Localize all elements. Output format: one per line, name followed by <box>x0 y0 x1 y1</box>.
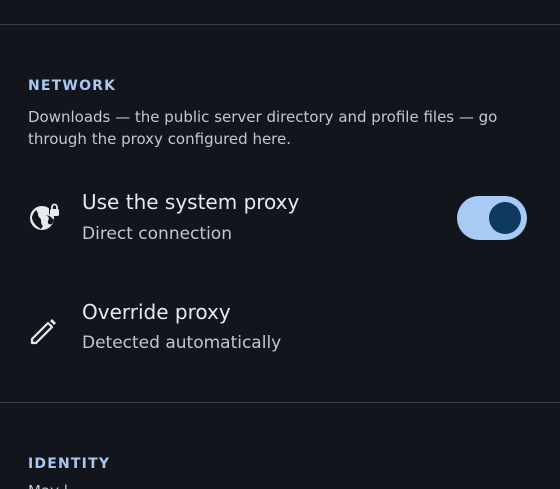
network-description-line: Downloads — the public server directory … <box>28 108 498 126</box>
use-system-proxy-toggle[interactable] <box>457 196 527 240</box>
pencil-icon <box>28 316 60 348</box>
settings-page: NETWORK Downloads — the public server di… <box>0 0 560 489</box>
globe-lock-icon <box>28 200 60 232</box>
network-section-description: Downloads — the public server directory … <box>28 106 528 150</box>
network-section-title: NETWORK <box>28 78 117 94</box>
network-description-line: through the proxy configured here. <box>28 130 292 148</box>
use-system-proxy-subtitle: Direct connection <box>82 224 232 244</box>
use-system-proxy-setting[interactable]: Use the system proxy Direct connection <box>0 178 560 258</box>
top-divider <box>0 24 560 25</box>
override-proxy-title: Override proxy <box>82 300 231 324</box>
toggle-thumb <box>489 202 521 234</box>
section-divider <box>0 402 560 403</box>
identity-section-title: IDENTITY <box>28 456 111 472</box>
override-proxy-setting[interactable]: Override proxy Detected automatically <box>0 286 560 366</box>
use-system-proxy-title: Use the system proxy <box>82 190 300 214</box>
override-proxy-subtitle: Detected automatically <box>82 333 282 353</box>
identity-section-description: May l… … … … … … … … … … … … … … … … … …… <box>28 480 560 489</box>
